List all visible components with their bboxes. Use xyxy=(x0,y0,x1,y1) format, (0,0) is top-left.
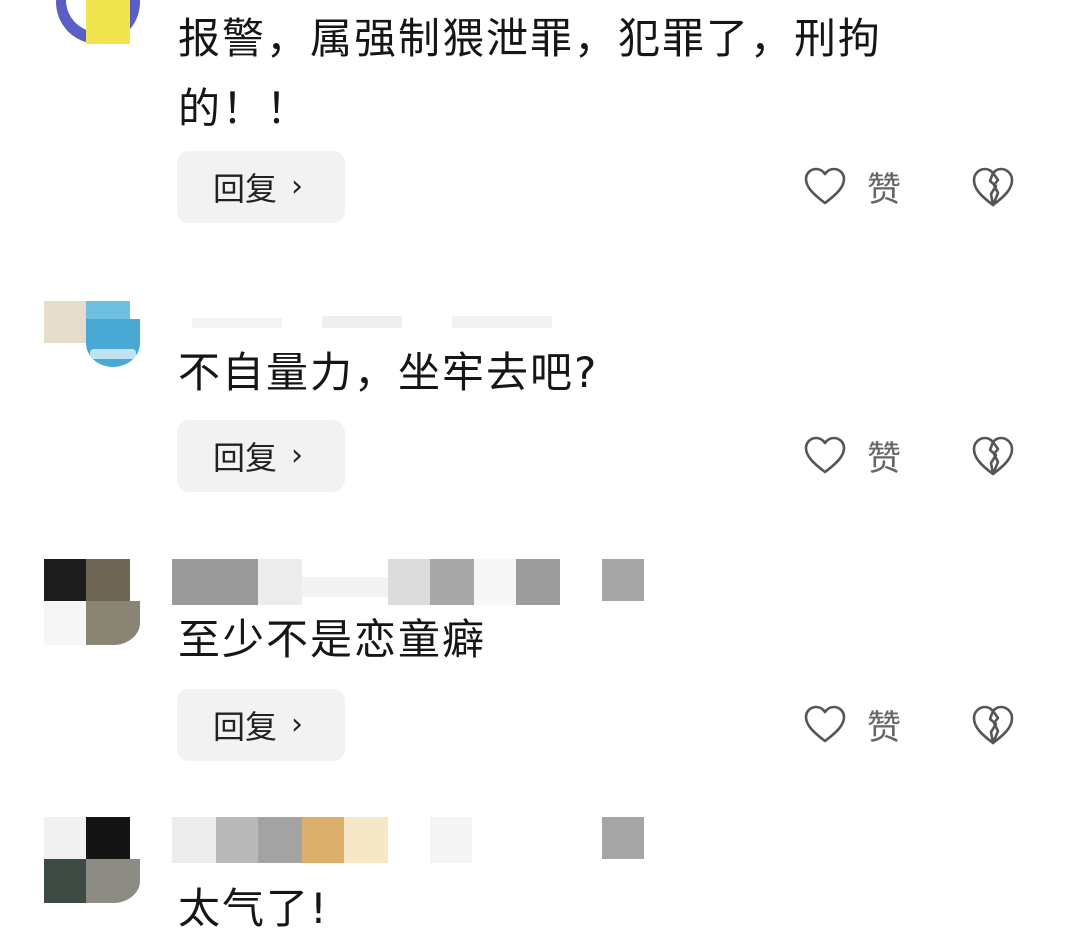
username-obscured[interactable] xyxy=(172,559,672,605)
heart-outline-icon xyxy=(804,436,846,474)
username-obscured[interactable] xyxy=(172,817,672,863)
heart-outline-icon xyxy=(804,705,846,743)
dislike-button[interactable] xyxy=(970,433,1016,479)
like-label: 赞 xyxy=(867,169,901,210)
comment-text: 报警，属强制猥泄罪，犯罪了，刑拘 的！！ xyxy=(178,8,978,140)
reply-button[interactable]: 回复 › xyxy=(177,151,345,223)
reply-button[interactable]: 回复 › xyxy=(177,420,345,492)
comment-list: 报警，属强制猥泄罪，犯罪了，刑拘 的！！ 回复 › 赞 不自量力，坐牢去吧? 回… xyxy=(0,0,1080,941)
like-button[interactable]: 赞 xyxy=(803,694,901,754)
avatar[interactable] xyxy=(56,0,140,44)
avatar[interactable] xyxy=(44,559,140,645)
comment-text: 不自量力，坐牢去吧? xyxy=(178,348,599,397)
comment-text: 至少不是恋童癖 xyxy=(178,615,487,664)
comment-text-line: 报警，属强制猥泄罪，犯罪了，刑拘 xyxy=(178,14,883,63)
heart-outline-icon xyxy=(804,167,846,205)
broken-heart-icon xyxy=(972,436,1014,476)
reply-button[interactable]: 回复 › xyxy=(177,689,345,761)
dislike-button[interactable] xyxy=(970,702,1016,748)
chevron-right-icon: › xyxy=(291,438,304,473)
like-label: 赞 xyxy=(867,707,901,748)
comment-text-line: 的！！ xyxy=(178,84,311,133)
like-label: 赞 xyxy=(867,438,901,479)
broken-heart-icon xyxy=(972,167,1014,207)
avatar[interactable] xyxy=(44,817,140,903)
reply-label: 回复 xyxy=(213,170,278,208)
like-button[interactable]: 赞 xyxy=(803,425,901,485)
chevron-right-icon: › xyxy=(291,169,304,204)
dislike-button[interactable] xyxy=(970,164,1016,210)
chevron-right-icon: › xyxy=(291,707,304,742)
like-button[interactable]: 赞 xyxy=(803,156,901,216)
reply-label: 回复 xyxy=(213,708,278,746)
avatar[interactable] xyxy=(44,301,140,387)
broken-heart-icon xyxy=(972,705,1014,745)
comment-text: 太气了! xyxy=(178,884,329,933)
reply-label: 回复 xyxy=(213,439,278,477)
